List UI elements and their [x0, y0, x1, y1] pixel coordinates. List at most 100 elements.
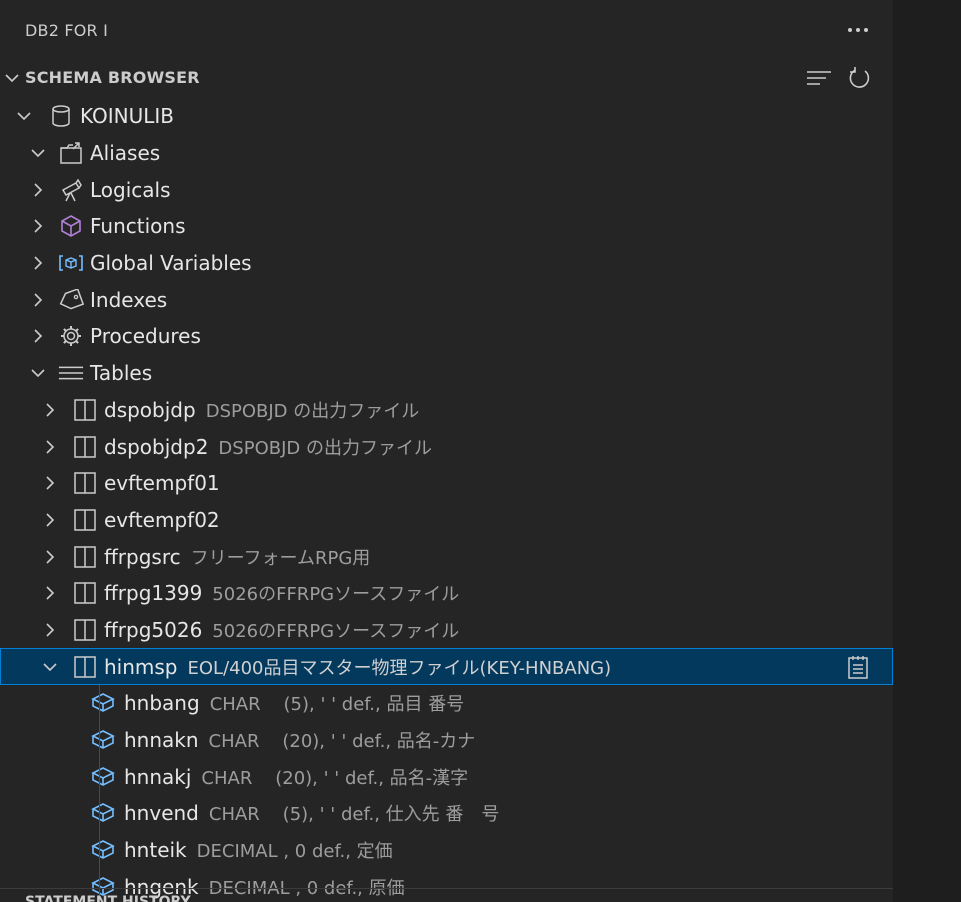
table-item[interactable]: ffrpg5026 5026のFFRPGソースファイル	[0, 612, 893, 649]
schema-label: KOINULIB	[80, 104, 175, 129]
tree-item-tables[interactable]: Tables	[0, 355, 893, 392]
table-description: DSPOBJD の出力ファイル	[205, 400, 420, 422]
side-panel: DB2 FOR I SCHEMA BROWSER KOINULIB Aliase…	[0, 0, 893, 902]
table-item[interactable]: dspobjdp2 DSPOBJD の出力ファイル	[0, 428, 893, 465]
tag-icon	[58, 287, 84, 313]
table-label: ffrpg1399	[104, 581, 203, 606]
category-label: Logicals	[90, 177, 171, 202]
editor-area	[893, 0, 961, 902]
tree-item-logicals[interactable]: Logicals	[0, 171, 893, 208]
section-actions	[805, 64, 873, 92]
table-description: フリーフォームRPG用	[190, 547, 371, 569]
statement-history-header[interactable]: STATEMENT HISTORY	[25, 894, 191, 902]
chevron-right-icon[interactable]	[40, 547, 60, 567]
chevron-right-icon[interactable]	[40, 620, 60, 640]
category-label: Indexes	[90, 287, 168, 312]
table-icon	[72, 507, 98, 533]
table-item[interactable]: evftempf01	[0, 465, 893, 502]
table-icon	[72, 470, 98, 496]
table-label: dspobjdp2	[104, 434, 209, 459]
table-icon	[72, 434, 98, 460]
category-label: Functions	[90, 214, 186, 239]
column-item[interactable]: hnnakj CHAR (20), ' ' def., 品名-漢字	[0, 758, 893, 795]
column-description: CHAR (20), ' ' def., 品名-漢字	[201, 767, 469, 789]
column-label: hnnakn	[124, 728, 199, 753]
column-label: hnnakj	[124, 764, 192, 789]
column-description: DECIMAL , 0 def., 原価	[208, 877, 405, 899]
chevron-down-icon	[3, 69, 21, 91]
category-label: Global Variables	[90, 251, 252, 276]
chevron-right-icon[interactable]	[40, 400, 60, 420]
column-field-icon	[90, 690, 116, 716]
tree-item-global-variables[interactable]: Global Variables	[0, 245, 893, 282]
tree-item-schema[interactable]: KOINULIB	[0, 98, 893, 135]
tree-item-indexes[interactable]: Indexes	[0, 281, 893, 318]
table-description: 5026のFFRPGソースファイル	[212, 584, 460, 606]
column-field-icon	[90, 800, 116, 826]
gear-icon	[58, 323, 84, 349]
function-cube-icon	[58, 213, 84, 239]
chevron-right-icon[interactable]	[40, 473, 60, 493]
variable-icon	[58, 250, 84, 276]
category-label: Procedures	[90, 324, 201, 349]
tree-item-aliases[interactable]: Aliases	[0, 135, 893, 172]
table-icon	[72, 580, 98, 606]
table-label: ffrpg5026	[104, 617, 203, 642]
chevron-right-icon[interactable]	[40, 583, 60, 603]
list-icon	[58, 360, 84, 386]
column-label: hnvend	[124, 801, 199, 826]
view-title: DB2 FOR I	[25, 21, 109, 40]
database-icon	[48, 103, 74, 129]
telescope-icon	[58, 177, 84, 203]
table-icon	[72, 544, 98, 570]
chevron-down-icon[interactable]	[28, 143, 48, 163]
collapse-all-icon[interactable]	[805, 64, 833, 92]
table-item[interactable]: ffrpg1399 5026のFFRPGソースファイル	[0, 575, 893, 612]
chevron-down-icon[interactable]	[14, 106, 34, 126]
table-item[interactable]: dspobjdp DSPOBJD の出力ファイル	[0, 392, 893, 429]
column-description: CHAR (20), ' ' def., 品名-カナ	[208, 731, 476, 753]
table-label: hinmsp	[104, 654, 178, 679]
table-icon	[72, 397, 98, 423]
schema-tree: KOINULIB Aliases Logicals Functions Glob…	[0, 98, 893, 902]
section-title: SCHEMA BROWSER	[25, 68, 200, 87]
column-item[interactable]: hnbang CHAR (5), ' ' def., 品目 番号	[0, 685, 893, 722]
column-field-icon	[90, 764, 116, 790]
notebook-icon[interactable]	[845, 654, 871, 680]
tree-item-functions[interactable]: Functions	[0, 208, 893, 245]
chevron-right-icon[interactable]	[28, 253, 48, 273]
chevron-right-icon[interactable]	[28, 180, 48, 200]
indent-guide	[99, 685, 100, 902]
table-item[interactable]: ffrpgsrc フリーフォームRPG用	[0, 538, 893, 575]
chevron-down-icon[interactable]	[40, 657, 60, 677]
table-item-selected[interactable]: hinmsp EOL/400品目マスター物理ファイル(KEY-HNBANG)	[0, 648, 893, 685]
column-item[interactable]: hnnakn CHAR (20), ' ' def., 品名-カナ	[0, 722, 893, 759]
refresh-icon[interactable]	[845, 64, 873, 92]
tree-item-procedures[interactable]: Procedures	[0, 318, 893, 355]
chevron-right-icon[interactable]	[40, 510, 60, 530]
column-label: hnbang	[124, 691, 200, 716]
column-field-icon	[90, 837, 116, 863]
chevron-right-icon[interactable]	[28, 326, 48, 346]
table-icon	[72, 617, 98, 643]
chevron-down-icon[interactable]	[28, 363, 48, 383]
ellipsis-icon[interactable]	[843, 16, 873, 44]
column-item[interactable]: hnteik DECIMAL , 0 def., 定価	[0, 832, 893, 869]
table-icon	[72, 654, 98, 680]
table-item[interactable]: evftempf02	[0, 502, 893, 539]
column-description: DECIMAL , 0 def., 定価	[196, 841, 393, 863]
column-description: CHAR (5), ' ' def., 品目 番号	[209, 694, 465, 716]
section-divider	[0, 888, 893, 889]
table-label: evftempf02	[104, 507, 220, 532]
category-label: Aliases	[90, 141, 161, 166]
chevron-right-icon[interactable]	[40, 437, 60, 457]
chevron-right-icon[interactable]	[28, 290, 48, 310]
table-label: ffrpgsrc	[104, 544, 181, 569]
table-description: 5026のFFRPGソースファイル	[212, 620, 460, 642]
schema-browser-header[interactable]: SCHEMA BROWSER	[0, 62, 893, 94]
table-label: dspobjdp	[104, 397, 196, 422]
alias-icon	[58, 140, 84, 166]
column-label: hnteik	[124, 838, 187, 863]
column-item[interactable]: hnvend CHAR (5), ' ' def., 仕入先 番 号	[0, 795, 893, 832]
chevron-right-icon[interactable]	[28, 216, 48, 236]
